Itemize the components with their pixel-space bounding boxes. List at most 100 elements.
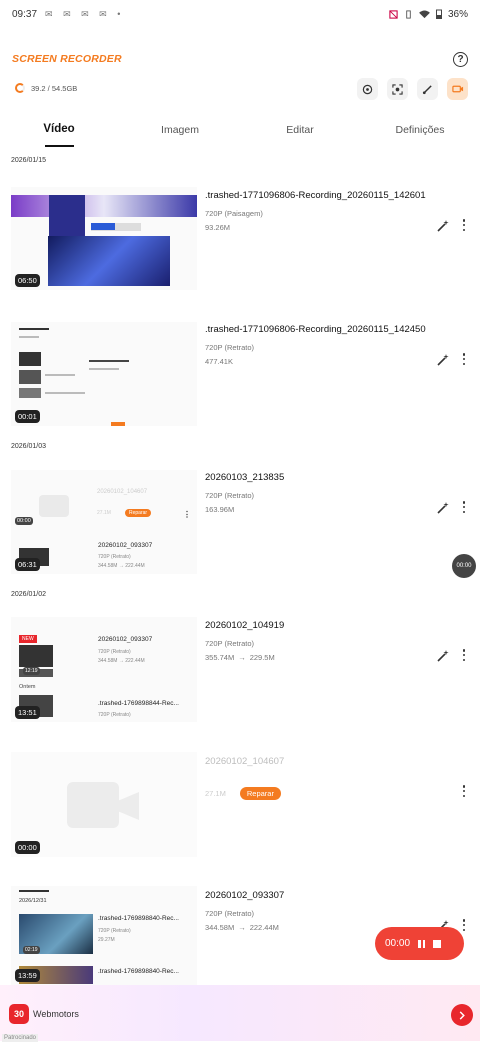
date-header: 2026/01/02	[11, 591, 47, 598]
video-thumbnail[interactable]: 2026/12/31 02:19 .trashed-1769898840-Rec…	[11, 886, 197, 985]
video-size-value: 27.1M	[205, 789, 226, 798]
thumb-text: 20260102_093307	[98, 542, 153, 549]
video-duration: 13:51	[15, 706, 40, 719]
thumb-text: .trashed-1769898844-Rec...	[98, 700, 179, 707]
thumb-text: 2026/12/31	[19, 898, 47, 904]
thumb-text: 20260102_104607	[97, 489, 148, 495]
video-thumbnail[interactable]: NEW 20260102_093307 720P (Retrato) 344.5…	[11, 617, 197, 722]
video-placeholder-icon	[67, 782, 119, 828]
wifi-icon	[419, 9, 430, 18]
video-thumbnail[interactable]: 06:50	[11, 187, 197, 290]
thumb-text: .trashed-1769898840-Rec...	[98, 915, 179, 922]
ad-banner[interactable]: 30 Webmotors	[0, 985, 480, 1041]
floating-timer-bubble[interactable]: 00:00	[452, 554, 476, 578]
tab-video[interactable]: Vídeo	[43, 123, 74, 135]
brush-icon	[422, 84, 432, 94]
camera-record-button[interactable]	[447, 78, 468, 100]
compress-arrow-icon: →	[238, 653, 246, 662]
ad-open-button[interactable]	[451, 1004, 473, 1026]
magic-edit-icon[interactable]	[437, 502, 449, 514]
thumb-image	[49, 195, 85, 237]
battery-icon	[435, 9, 442, 19]
video-size: 355.74M → 229.5M	[205, 653, 275, 662]
video-title: 20260102_093307	[205, 890, 285, 901]
location-button[interactable]	[357, 78, 378, 100]
thumb-text: 27.1M	[97, 510, 111, 516]
video-thumbnail[interactable]: 00:01	[11, 322, 197, 426]
tab-bar: Vídeo Imagem Editar Definições	[0, 120, 480, 150]
video-title: .trashed-1771096806-Recording_20260115_1…	[205, 324, 426, 335]
magic-edit-icon[interactable]	[437, 354, 449, 366]
storage-usage: 39.2 / 54.5GB	[31, 83, 78, 93]
thumb-text: 00:00	[15, 517, 33, 525]
tab-image[interactable]: Imagem	[161, 124, 199, 136]
video-duration: 00:00	[15, 841, 40, 854]
video-title: 20260103_213835	[205, 472, 285, 483]
video-size: 27.1M Reparar	[205, 787, 281, 800]
video-size: 163.96M	[205, 505, 234, 514]
thumb-text: 720P (Retrato)	[98, 554, 131, 560]
video-size-value: 355.74M	[205, 653, 235, 662]
video-resolution: 720P (Retrato)	[205, 639, 255, 648]
thumb-text: 344.58M	[98, 563, 118, 569]
thumb-text: 720P (Retrato)	[98, 649, 131, 655]
thumb-text: .trashed-1769898840-Rec...	[98, 968, 179, 975]
tab-edit[interactable]: Editar	[286, 124, 313, 136]
video-resolution: 720P (Retrato)	[205, 343, 255, 352]
pause-icon[interactable]	[418, 939, 426, 948]
compress-arrow-icon: →	[238, 923, 246, 932]
repair-button[interactable]: Reparar	[239, 787, 281, 800]
app-title: SCREEN RECORDER	[12, 53, 122, 65]
screenshot-icon	[392, 83, 403, 95]
thumb-text: 29.27M	[98, 937, 115, 943]
thumb-text: 20260102_093307	[98, 636, 153, 643]
video-size-value: 477.41K	[205, 357, 233, 366]
more-options-button[interactable]	[459, 218, 469, 232]
more-options-button[interactable]	[459, 648, 469, 662]
thumb-text: 222.44M	[125, 658, 145, 664]
more-options-button[interactable]	[459, 500, 469, 514]
more-options-button[interactable]	[459, 918, 469, 932]
video-title: 20260102_104607	[205, 756, 285, 767]
video-title: .trashed-1771096806-Recording_20260115_1…	[205, 190, 426, 201]
thumb-text: Reparar	[125, 509, 152, 517]
video-thumbnail[interactable]: 20260102_104607 27.1M Reparar 00:00 ⋮ 20…	[11, 470, 197, 574]
more-options-button[interactable]	[459, 352, 469, 366]
thumb-text: 222.44M	[125, 563, 145, 569]
help-icon[interactable]: ?	[453, 52, 468, 67]
video-size-value: 344.58M	[205, 923, 235, 932]
thumb-text: 344.58M	[98, 658, 118, 664]
thumb-text: NEW	[19, 635, 37, 643]
video-resolution: 720P (Paisagem)	[205, 209, 263, 218]
storage-ring-icon	[15, 83, 25, 93]
magic-edit-icon[interactable]	[437, 220, 449, 232]
thumb-image	[48, 236, 170, 286]
status-bar: 09:37 ✉ ✉ ✉ ✉ • 36%	[0, 0, 480, 28]
video-duration: 00:01	[15, 410, 40, 423]
vibrate-icon	[406, 9, 411, 19]
video-size-value: 93.26M	[205, 223, 231, 232]
tab-settings[interactable]: Definições	[395, 124, 444, 136]
video-duration: 06:31	[15, 558, 40, 571]
video-thumbnail[interactable]: 00:00	[11, 752, 197, 857]
magic-edit-icon[interactable]	[437, 650, 449, 662]
video-title: 20260102_104919	[205, 620, 285, 631]
video-duration: 06:50	[15, 274, 40, 287]
more-options-button[interactable]	[459, 784, 469, 798]
video-compressed-size: 222.44M	[249, 923, 279, 932]
status-time: 09:37	[12, 8, 38, 20]
screenshot-button[interactable]	[387, 78, 408, 100]
thumb-text: 720P (Retrato)	[98, 928, 131, 934]
advertiser-logo: 30	[9, 1004, 29, 1024]
recording-timer: 00:00	[385, 938, 411, 949]
sponsored-label: Patrocinado	[2, 1034, 39, 1042]
toolbar	[357, 78, 468, 100]
date-header: 2026/01/15	[11, 157, 47, 164]
thumb-banner	[11, 195, 197, 217]
video-resolution: 720P (Retrato)	[205, 491, 255, 500]
video-size: 344.58M → 222.44M	[205, 923, 279, 932]
thumb-text: Ontem	[19, 684, 36, 690]
advertiser-name: Webmotors	[33, 1009, 79, 1019]
stop-icon[interactable]	[433, 939, 442, 948]
brush-button[interactable]	[417, 78, 438, 100]
